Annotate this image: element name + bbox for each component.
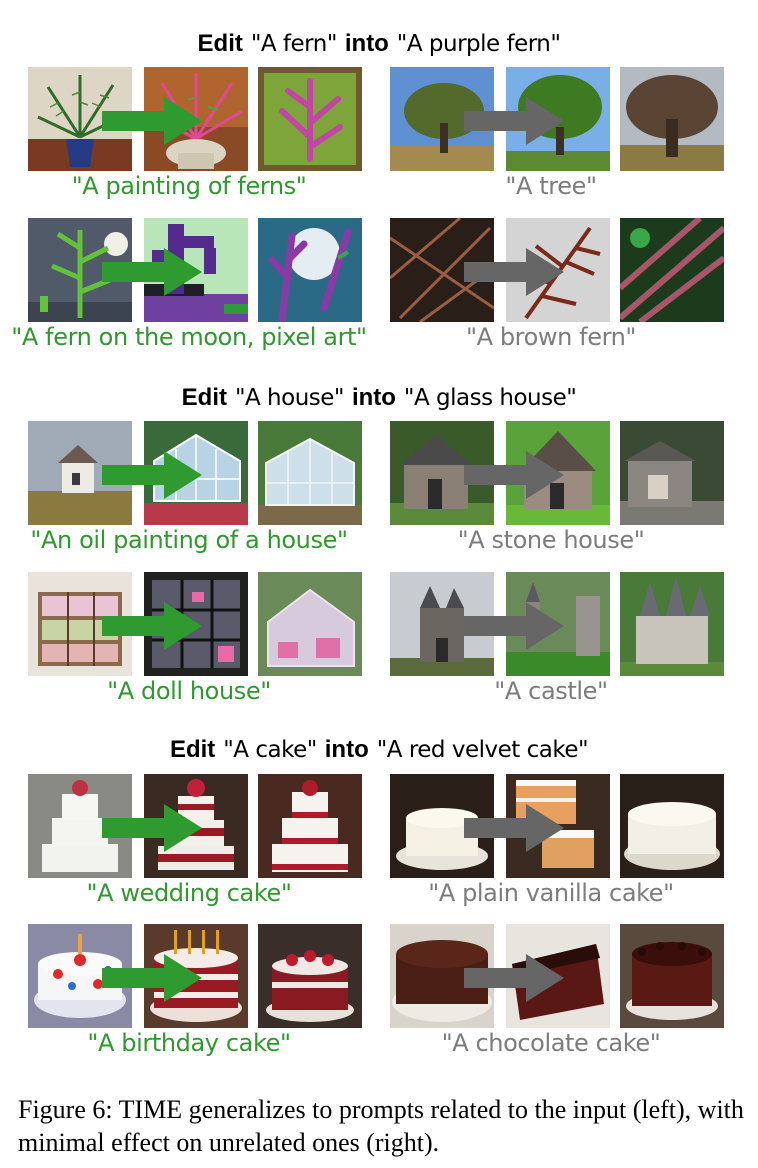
figure-caption: Figure 6: TIME generalizes to prompts re… [18,1095,744,1157]
example-stone-house: "A stone house" [390,421,724,573]
baseline-image-castle [620,572,724,676]
example-brown-fern: "A brown fern" [390,218,724,370]
caption-castle: "A castle" [494,677,608,705]
example-doll-house: "A doll house" [28,572,362,724]
edit-arrow-icon [102,248,202,296]
caption-doll-house: "A doll house" [107,677,271,705]
edit-arrow-icon [464,602,564,650]
example-birthday-cake: "A birthday cake" [28,924,362,1076]
baseline-image-brown-fern [620,218,724,322]
example-castle: "A castle" [390,572,724,724]
edit-arrow-icon [102,602,202,650]
baseline-image-fern-painting [258,67,362,171]
edit-arrow-icon [102,954,202,1002]
baseline-image-fern-moon [258,218,362,322]
baseline-image-birthday-cake [258,924,362,1028]
baseline-image-doll-house [258,572,362,676]
example-tree: "A tree" [390,67,724,219]
caption-fern-on-moon: "A fern on the moon, pixel art" [11,323,367,351]
edit-arrow-icon [102,451,202,499]
caption-tree: "A tree" [505,172,597,200]
caption-brown-fern: "A brown fern" [465,323,637,351]
edit-arrow-icon [464,804,564,852]
example-chocolate-cake: "A chocolate cake" [390,924,724,1076]
baseline-image-wedding-cake [258,774,362,878]
edit-arrow-icon [464,954,564,1002]
example-fern-on-moon: "A fern on the moon, pixel art" [11,218,367,370]
caption-chocolate-cake: "A chocolate cake" [441,1029,661,1057]
baseline-image-tree [620,67,724,171]
section-heading-fern: Edit "A fern" into "A purple fern" [197,30,561,57]
example-painting-of-ferns: "A painting of ferns" [28,67,362,219]
caption-oil-painting-house: "An oil painting of a house" [30,526,348,554]
example-plain-vanilla-cake: "A plain vanilla cake" [390,774,724,926]
caption-plain-vanilla-cake: "A plain vanilla cake" [428,879,674,907]
caption-birthday-cake: "A birthday cake" [87,1029,291,1057]
baseline-image-chocolate-cake [620,924,724,1028]
edit-arrow-icon [102,97,202,145]
baseline-image-vanilla-cake [620,774,724,878]
example-wedding-cake: "A wedding cake" [28,774,362,926]
baseline-image-stone-house [620,421,724,525]
caption-stone-house: "A stone house" [457,526,645,554]
edit-arrow-icon [464,97,564,145]
baseline-image-oil-house [258,421,362,525]
caption-wedding-cake: "A wedding cake" [86,879,292,907]
edit-arrow-icon [464,451,564,499]
example-oil-painting-house: "An oil painting of a house" [28,421,362,573]
edit-arrow-icon [102,804,202,852]
section-heading-cake: Edit "A cake" into "A red velvet cake" [169,736,589,763]
caption-painting-of-ferns: "A painting of ferns" [71,172,307,200]
edit-arrow-icon [464,248,564,296]
section-heading-house: Edit "A house" into "A glass house" [181,384,577,411]
